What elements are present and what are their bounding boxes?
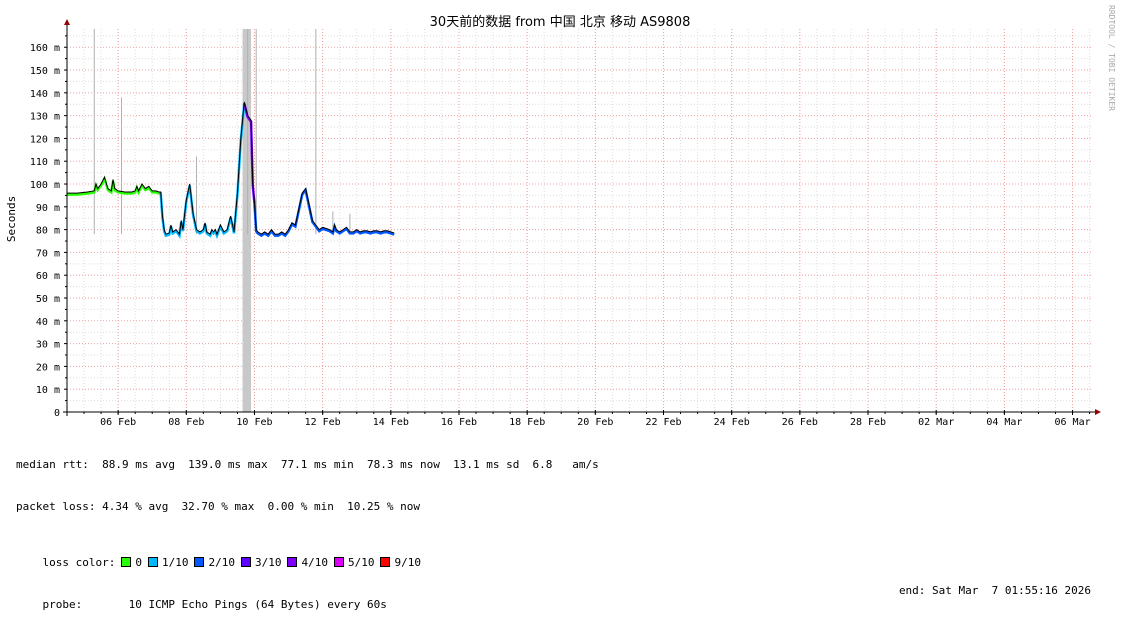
y-tick-label: 50 m	[36, 294, 60, 305]
y-axis-arrow	[64, 19, 70, 25]
y-tick-label: 110 m	[30, 157, 60, 168]
loss-color-item: 3/10	[235, 556, 282, 569]
y-tick-label: 70 m	[36, 248, 60, 259]
probe-info: probe: 10 ICMP Echo Pings (64 Bytes) eve…	[42, 598, 387, 611]
loss-color-swatch	[240, 557, 251, 567]
x-tick-label: 10 Feb	[236, 417, 272, 428]
x-tick-label: 12 Feb	[305, 417, 341, 428]
loss-color-item: 0	[115, 556, 142, 569]
loss-color-swatch	[380, 557, 391, 567]
y-tick-labels: 0 10 m 20 m 30 m 40 m 50 m 60 m 70 m 80 m 90 m 100…	[30, 35, 67, 419]
shaded-regions	[242, 29, 252, 412]
loss-color-text: 5/10	[347, 556, 375, 569]
x-tick-labels: 06 Feb 08 Feb 10 Feb 12 Feb 14 Feb 16 Feb 18 F…	[66, 410, 1091, 428]
rrdtool-watermark: RRDTOOL / TOBI OETIKER	[1107, 5, 1116, 111]
y-tick-label: 140 m	[30, 89, 60, 100]
x-tick-label: 24 Feb	[714, 417, 750, 428]
loss-color-text: 2/10	[208, 556, 235, 569]
x-tick-label: 20 Feb	[577, 417, 613, 428]
y-tick-label: 30 m	[36, 340, 60, 351]
y-tick-label: 100 m	[30, 180, 60, 191]
loss-color-legend: loss color: 0 1/10 2/10 3/10 4/10 5/10 9/10	[16, 542, 1106, 569]
x-tick-label: 06 Mar	[1054, 417, 1090, 428]
y-tick-label: 60 m	[36, 271, 60, 282]
y-tick-label: 10 m	[36, 385, 60, 396]
loss-color-label: loss color:	[42, 556, 116, 569]
loss-color-swatch	[194, 557, 205, 567]
loss-color-swatch	[333, 557, 344, 567]
y-tick-label: 20 m	[36, 362, 60, 373]
shaded-region	[242, 29, 252, 412]
y-tick-label: 150 m	[30, 66, 60, 77]
y-tick-label: 0	[54, 408, 60, 419]
y-tick-label: 130 m	[30, 112, 60, 123]
loss-color-swatch	[147, 557, 158, 567]
y-tick-label: 90 m	[36, 203, 60, 214]
median-series	[67, 101, 395, 236]
x-axis-arrow	[1095, 409, 1101, 415]
x-tick-label: 06 Feb	[100, 417, 136, 428]
axes	[63, 19, 1101, 416]
x-tick-label: 04 Mar	[986, 417, 1022, 428]
loss-color-item: 5/10	[328, 556, 375, 569]
loss-segment	[253, 187, 395, 238]
loss-color-item: 4/10	[281, 556, 328, 569]
probe-row: probe: 10 ICMP Echo Pings (64 Bytes) eve…	[16, 584, 1106, 611]
y-tick-label: 120 m	[30, 134, 60, 145]
x-tick-label: 26 Feb	[782, 417, 818, 428]
smokeping-chart: 0 10 m 20 m 30 m 40 m 50 m 60 m 70 m 80 m 90 m 100…	[5, 5, 1116, 428]
x-tick-label: 18 Feb	[509, 417, 545, 428]
spikes	[93, 29, 351, 235]
loss-color-item: 9/10	[374, 556, 421, 569]
loss-color-item: 2/10	[188, 556, 235, 569]
y-axis-label: Seconds	[5, 196, 18, 242]
y-tick-label: 160 m	[30, 43, 60, 54]
x-tick-label: 08 Feb	[168, 417, 204, 428]
loss-color-text: 1/10	[161, 556, 189, 569]
x-tick-label: 22 Feb	[645, 417, 681, 428]
x-tick-label: 16 Feb	[441, 417, 477, 428]
loss-color-text: 4/10	[301, 556, 328, 569]
loss-color-swatch	[287, 557, 298, 567]
median-rtt-stats: median rtt: 88.9 ms avg 139.0 ms max 77.…	[16, 458, 599, 471]
x-tick-label: 14 Feb	[373, 417, 409, 428]
chart-title: 30天前的数据 from 中国 北京 移动 AS9808	[430, 14, 691, 30]
loss-color-item: 1/10	[142, 556, 189, 569]
loss-color-text: 3/10	[254, 556, 282, 569]
x-tick-label: 02 Mar	[918, 417, 954, 428]
loss-color-swatch	[121, 557, 132, 567]
y-tick-label: 80 m	[36, 226, 60, 237]
loss-color-text: 0	[135, 556, 142, 569]
loss-segment	[159, 103, 246, 240]
grid	[66, 29, 1093, 412]
end-time: end: Sat Mar 7 01:55:16 2026	[898, 584, 1091, 597]
x-tick-label: 28 Feb	[850, 417, 886, 428]
loss-color-text: 9/10	[394, 556, 421, 569]
legend: median rtt: 88.9 ms avg 139.0 ms max 77.…	[16, 430, 1106, 612]
median-line	[67, 101, 395, 236]
packet-loss-stats: packet loss: 4.34 % avg 32.70 % max 0.00…	[16, 500, 420, 513]
y-tick-label: 40 m	[36, 317, 60, 328]
